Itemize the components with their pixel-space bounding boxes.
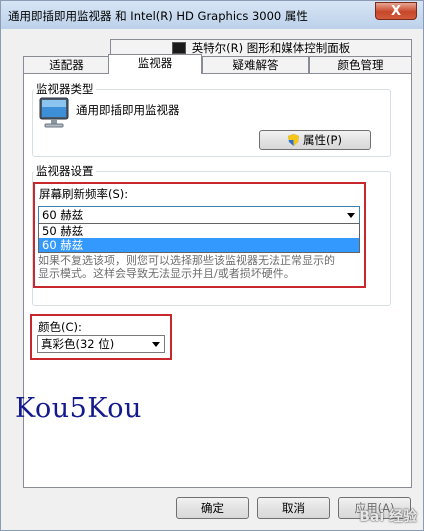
monitor-type-label: 监视器类型 [34,81,96,97]
tab-monitor[interactable]: 监视器 [108,54,202,74]
monitor-name: 通用即插即用监视器 [76,103,180,117]
tab-adapter-label: 适配器 [49,58,84,72]
title-bar[interactable]: 通用即插即用监视器 和 Intel(R) HD Graphics 3000 属性… [1,1,423,29]
tab-monitor-label: 监视器 [137,56,173,70]
cancel-button[interactable]: 取消 [257,497,330,519]
tab-adapter[interactable]: 适配器 [23,56,110,73]
uac-shield-icon [288,134,300,146]
properties-button-label: 属性(P) [303,133,342,147]
highlight-box-color [30,314,172,360]
tab-color-management-label: 颜色管理 [337,58,384,72]
intel-graphics-icon [171,42,186,54]
tab-intel-label: 英特尔(R) 图形和媒体控制面板 [191,41,351,55]
properties-button[interactable]: 属性(P) [259,130,371,150]
overlay-text: Kou5Kou [15,393,142,424]
highlight-box-refresh [33,182,366,288]
ok-button[interactable]: 确定 [176,497,249,519]
properties-dialog: 通用即插即用监视器 和 Intel(R) HD Graphics 3000 属性… [0,0,424,531]
monitor-icon [39,97,69,128]
tab-color-management[interactable]: 颜色管理 [309,56,412,73]
tab-troubleshoot-label: 疑难解答 [232,58,279,72]
ok-button-label: 确定 [201,501,224,515]
close-button[interactable]: X [375,2,417,20]
tab-troubleshoot[interactable]: 疑难解答 [202,56,309,73]
baidu-watermark: Bai 经验 [359,509,417,525]
monitor-settings-label: 监视器设置 [34,163,96,179]
cancel-button-label: 取消 [282,501,305,515]
window-title: 通用即插即用监视器 和 Intel(R) HD Graphics 3000 属性 [8,9,308,23]
